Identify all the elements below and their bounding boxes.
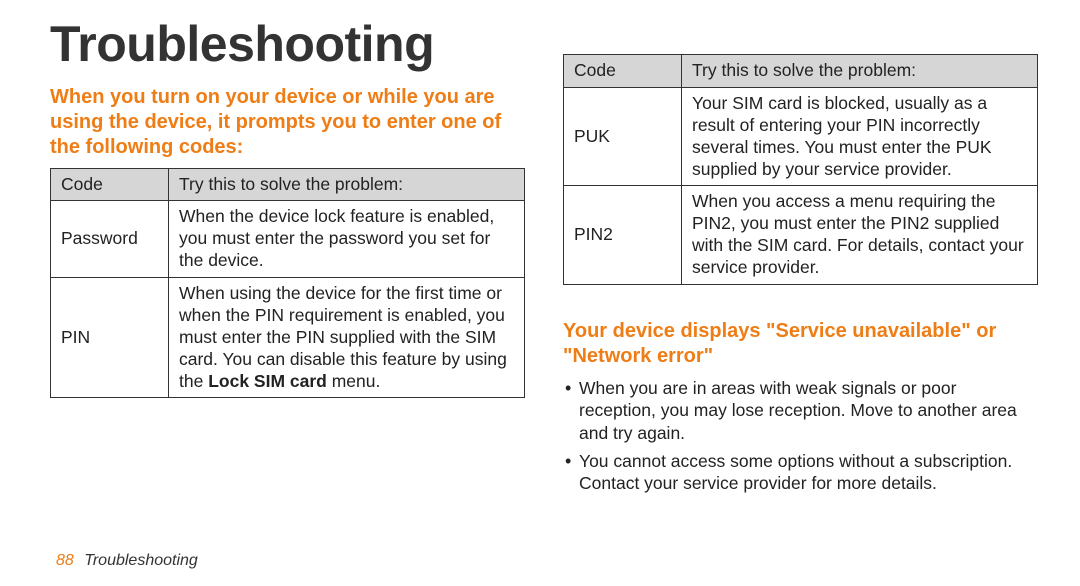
left-column: Troubleshooting When you turn on your de…: [50, 18, 525, 566]
th-solution: Try this to solve the problem:: [169, 168, 525, 201]
solution-bold: Lock SIM card: [208, 371, 327, 391]
footer-section: Troubleshooting: [84, 552, 198, 569]
cell-code: PIN: [51, 278, 169, 398]
cell-solution: When you access a menu requiring the PIN…: [682, 186, 1038, 285]
cell-code: PIN2: [564, 186, 682, 285]
two-column-layout: Troubleshooting When you turn on your de…: [50, 18, 1038, 566]
cell-solution: When the device lock feature is enabled,…: [169, 201, 525, 278]
right-column: Code Try this to solve the problem: PUK …: [563, 18, 1038, 566]
list-item: You cannot access some options without a…: [563, 450, 1038, 495]
cell-solution: Your SIM card is blocked, usually as a r…: [682, 87, 1038, 186]
page-container: Troubleshooting When you turn on your de…: [50, 18, 1038, 566]
cell-code: Password: [51, 201, 169, 278]
page-footer: 88 Troubleshooting: [56, 552, 198, 570]
th-code: Code: [51, 168, 169, 201]
table-row: PUK Your SIM card is blocked, usually as…: [564, 87, 1038, 186]
th-code: Code: [564, 55, 682, 88]
section-heading-network: Your device displays "Service unavailabl…: [563, 319, 1038, 369]
table-row: Password When the device lock feature is…: [51, 201, 525, 278]
page-title: Troubleshooting: [50, 18, 525, 71]
table-row: PIN2 When you access a menu requiring th…: [564, 186, 1038, 285]
cell-solution: When using the device for the first time…: [169, 278, 525, 398]
section-heading-codes: When you turn on your device or while yo…: [50, 85, 525, 160]
th-solution: Try this to solve the problem:: [682, 55, 1038, 88]
bullet-list: When you are in areas with weak signals …: [563, 377, 1038, 501]
table-row: PIN When using the device for the first …: [51, 278, 525, 398]
list-item: When you are in areas with weak signals …: [563, 377, 1038, 444]
cell-code: PUK: [564, 87, 682, 186]
page-number: 88: [56, 552, 74, 569]
table-header-row: Code Try this to solve the problem:: [51, 168, 525, 201]
codes-table-right: Code Try this to solve the problem: PUK …: [563, 54, 1038, 285]
solution-suffix: menu.: [327, 371, 381, 391]
codes-table-left: Code Try this to solve the problem: Pass…: [50, 168, 525, 399]
table-header-row: Code Try this to solve the problem:: [564, 55, 1038, 88]
